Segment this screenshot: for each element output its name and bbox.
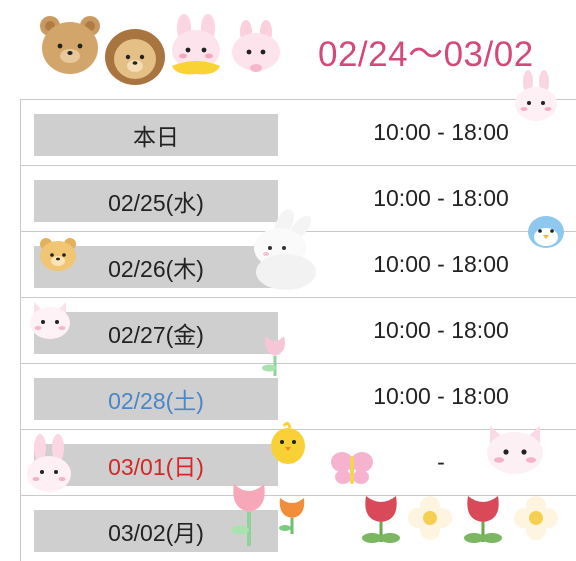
bunny-sticker-icon <box>515 70 557 121</box>
cat-icon <box>30 302 70 339</box>
day-label: 02/28(土) <box>34 378 278 420</box>
chick-icon <box>271 421 305 464</box>
bunny-with-scarf-icon <box>172 14 220 75</box>
teddy-bear-icon <box>40 16 100 74</box>
bird-icon <box>528 216 564 248</box>
flower-icon <box>514 496 558 540</box>
butterfly-icon <box>331 452 373 484</box>
schedule-row: 本日 10:00 - 18:00 <box>21 100 576 166</box>
tulip-icon <box>279 498 305 534</box>
hours-value: 10:00 - 18:00 <box>373 185 509 211</box>
bunny-sticker-icon <box>254 209 316 290</box>
schedule-row: 02/27(金) 10:00 - 18:00 <box>21 298 576 364</box>
date-range: 02/24〜03/02 <box>318 35 534 74</box>
bunny-head-icon <box>232 20 280 72</box>
day-label: 02/25(水) <box>34 180 278 222</box>
tulip-icon <box>464 496 502 543</box>
bear-face-icon <box>40 238 76 271</box>
tulip-icon <box>231 484 265 546</box>
cat-icon <box>487 426 543 474</box>
day-label: 本日 <box>34 114 278 156</box>
tulip-icon <box>362 496 400 543</box>
hours-value: 10:00 - 18:00 <box>373 251 509 277</box>
hours-value: 10:00 - 18:00 <box>373 317 509 343</box>
lion-icon <box>105 29 165 85</box>
flower-icon <box>408 496 452 540</box>
tulip-icon <box>262 336 285 376</box>
header: 02/24〜03/02 <box>0 0 576 96</box>
bunny-sticker-icon <box>27 434 71 492</box>
